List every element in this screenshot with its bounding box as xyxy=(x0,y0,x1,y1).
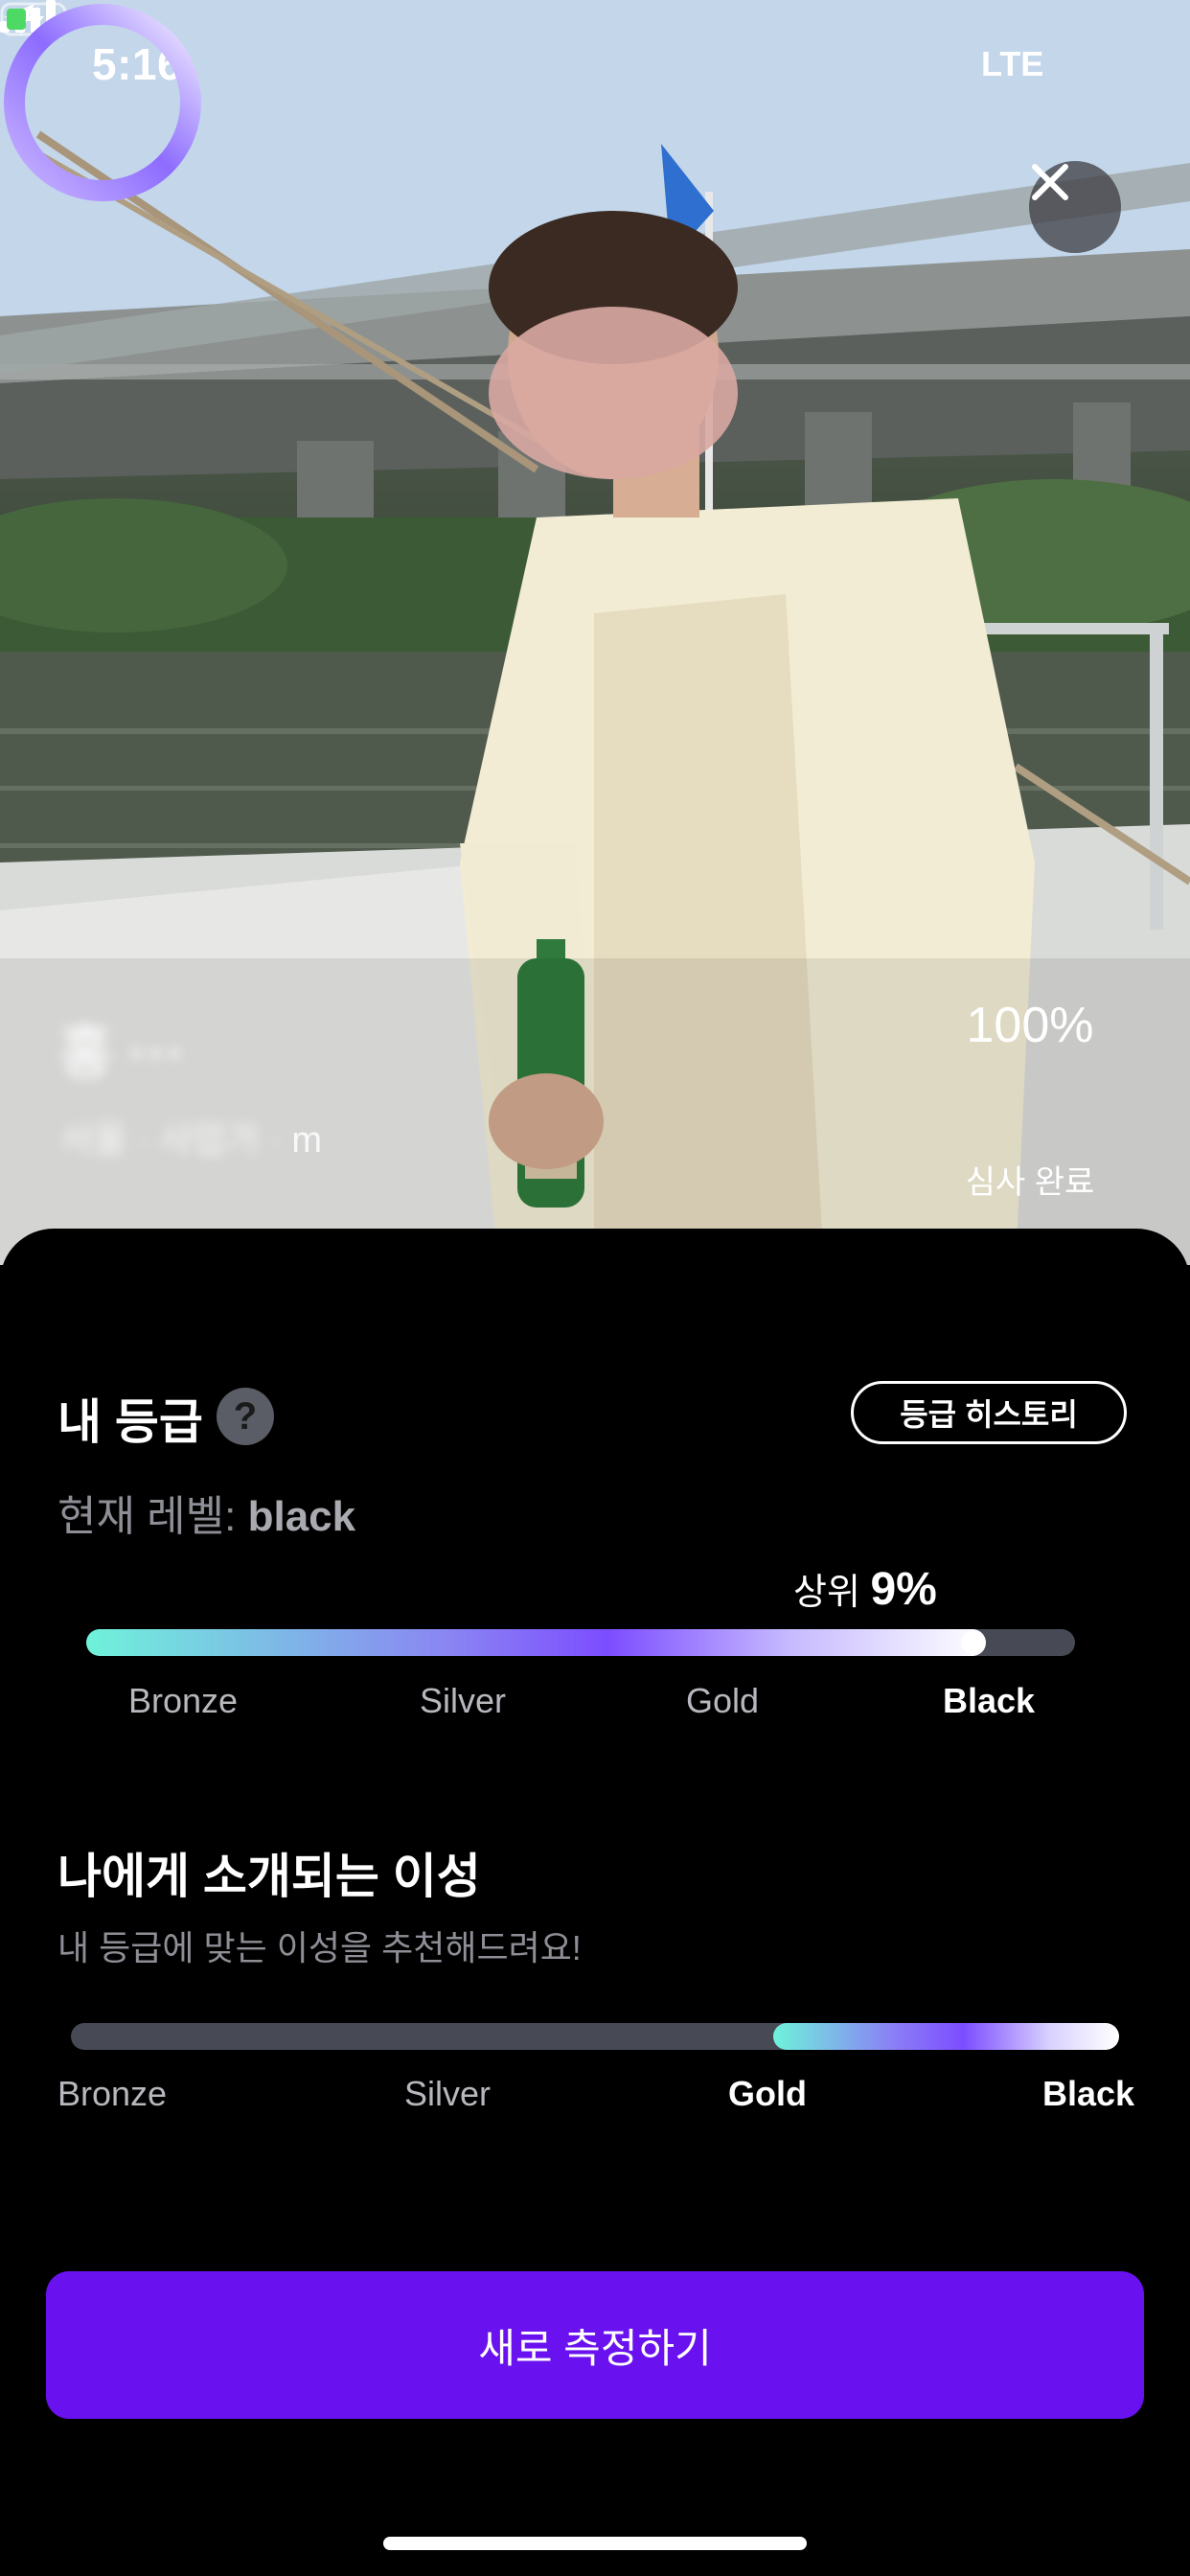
grade-tier-black: Black xyxy=(943,1681,1036,1720)
matching-tier-black: Black xyxy=(1042,2074,1135,2113)
review-percent: 100% xyxy=(966,998,1094,1053)
matching-range-track xyxy=(71,2023,1119,2050)
grade-tier-silver: Silver xyxy=(420,1681,507,1720)
profile-name: 홍 ··· xyxy=(59,1021,186,1085)
grade-tier-bronze: Bronze xyxy=(128,1681,239,1720)
top-percentile-value: 9% xyxy=(870,1564,937,1615)
remeasure-button[interactable]: 새로 측정하기 xyxy=(46,2271,1144,2419)
profile-subtitle-blurred: 서울 · 사업가 · xyxy=(59,1120,292,1161)
profile-photo: 5:16 LTE 홍 ··· 서울 · 사업가 · m 100% 심사 완료 xyxy=(0,0,1190,1265)
top-percentile: 상위 9% xyxy=(793,1562,937,1616)
current-level: 현재 레벨: black xyxy=(57,1482,355,1543)
home-indicator xyxy=(383,2537,807,2550)
review-progress-ring xyxy=(4,4,201,201)
matching-subtitle: 내 등급에 맞는 이성을 추천해드려요! xyxy=(57,1928,582,1967)
current-level-label: 현재 레벨: xyxy=(57,1493,248,1540)
network-type: LTE xyxy=(981,44,1044,83)
grade-history-button[interactable]: 등급 히스토리 xyxy=(851,1381,1127,1444)
my-grade-title: 내 등급 xyxy=(57,1395,203,1449)
close-button[interactable] xyxy=(1029,161,1121,253)
matching-tier-silver: Silver xyxy=(404,2074,492,2113)
matching-tier-bronze: Bronze xyxy=(57,2074,168,2113)
profile-subtitle: 서울 · 사업가 · m xyxy=(59,1110,322,1162)
grade-progress-fill xyxy=(86,1629,986,1656)
review-status-label: 심사 완료 xyxy=(965,1164,1095,1201)
matching-range-fill xyxy=(773,2023,1119,2050)
matching-title: 나에게 소개되는 이성 xyxy=(57,1850,481,1903)
close-icon xyxy=(1032,164,1068,200)
current-level-value: black xyxy=(247,1493,356,1540)
top-percentile-label: 상위 xyxy=(793,1573,871,1613)
grade-progress-knob xyxy=(961,1631,984,1654)
review-progress-arc xyxy=(4,4,201,201)
matching-tier-gold: Gold xyxy=(728,2074,807,2113)
grade-tier-gold: Gold xyxy=(686,1681,760,1720)
grade-progress-track xyxy=(86,1629,1075,1656)
help-icon[interactable]: ? xyxy=(217,1388,274,1445)
profile-subtitle-suffix: m xyxy=(291,1120,322,1161)
